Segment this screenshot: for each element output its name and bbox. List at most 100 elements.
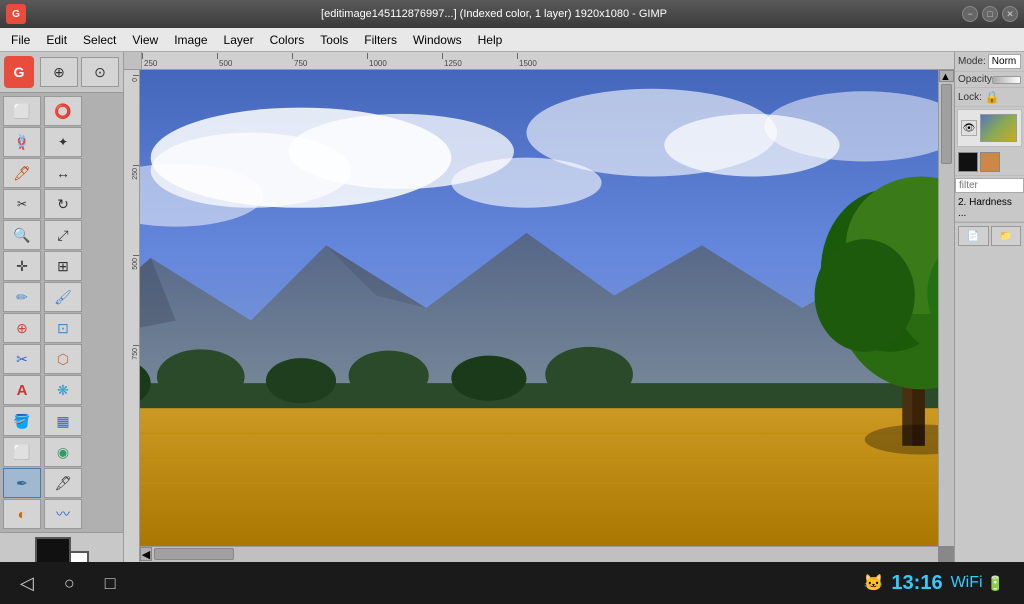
window-title: [editimage145112876997...] (Indexed colo… <box>26 8 962 20</box>
opacity-label: Opacity <box>958 74 992 85</box>
tool-blend[interactable]: ▦ <box>44 406 82 436</box>
ruler-mark-1500: 1500 <box>517 53 592 68</box>
panel-folder-button[interactable]: 📁 <box>991 226 1022 246</box>
close-button[interactable]: ✕ <box>1002 6 1018 22</box>
tool-smudge[interactable]: 〰 <box>44 499 82 529</box>
android-bottom-bar: ◁ ○ □ 🐱 13:16 WiFi 🔋 <box>0 562 1024 604</box>
brown-swatch[interactable] <box>980 152 1000 172</box>
tool-clone[interactable]: ⊡ <box>44 313 82 343</box>
tool-navigation[interactable]: ⊕ <box>40 57 78 87</box>
home-button[interactable]: ○ <box>64 573 75 594</box>
canvas-wrapper[interactable]: 0 250 500 750 <box>124 70 954 562</box>
menu-view[interactable]: View <box>125 31 165 49</box>
menu-file[interactable]: File <box>4 31 37 49</box>
scrollbar-bottom[interactable]: ◀ <box>140 546 938 562</box>
menu-select[interactable]: Select <box>76 31 123 49</box>
back-button[interactable]: ◁ <box>20 573 34 594</box>
recents-button[interactable]: □ <box>105 573 116 594</box>
clock: 13:16 <box>891 572 942 595</box>
layer-row[interactable]: 👁 <box>957 109 1022 147</box>
hardness-label: 2. Hardness ... <box>958 197 1012 219</box>
tool-lasso[interactable]: 🪢 <box>3 127 41 157</box>
menu-edit[interactable]: Edit <box>39 31 74 49</box>
scroll-thumb-vertical[interactable] <box>941 84 952 164</box>
mode-label: Mode: <box>958 56 986 67</box>
tool-move[interactable]: ✛ <box>3 251 41 281</box>
lock-label: Lock: <box>958 92 982 103</box>
image-canvas[interactable] <box>140 70 938 546</box>
menu-help[interactable]: Help <box>471 31 510 49</box>
panel-buttons: 📄 📁 <box>955 222 1024 249</box>
tool-iscissors[interactable]: ✂ <box>3 344 41 374</box>
hardness-row: 2. Hardness ... <box>955 195 1024 222</box>
tool-grid: ⬜ ⭕ 🪢 ✦ 🖊 ↔ ✂ ↻ 🔍 ⤢ ✛ ⊞ ✏ 🖌 ⊕ ⊡ ✂ ⬡ <box>0 93 123 532</box>
ruler-corner <box>124 52 142 70</box>
tool-align[interactable]: ⊞ <box>44 251 82 281</box>
tool-heal[interactable]: ⊕ <box>3 313 41 343</box>
minimize-button[interactable]: − <box>962 6 978 22</box>
foreground-color-box[interactable] <box>35 537 71 562</box>
ruler-mark-500: 500 <box>217 53 292 68</box>
tool-airbrush[interactable]: ✒ <box>3 468 41 498</box>
tool-fuzzy-select[interactable]: ✦ <box>44 127 82 157</box>
filter-input[interactable] <box>955 178 1024 193</box>
scrollbar-right[interactable]: ▲ <box>938 70 954 546</box>
menu-colors[interactable]: Colors <box>263 31 312 49</box>
mode-row: Mode: Norm <box>955 52 1024 72</box>
android-navigation: ◁ ○ □ <box>20 573 116 594</box>
tool-shear[interactable]: ⤢ <box>44 220 82 250</box>
menu-bar: File Edit Select View Image Layer Colors… <box>0 28 1024 52</box>
layer-visibility-toggle[interactable]: 👁 <box>961 120 977 136</box>
ruler-top-marks: 250 500 750 1000 1250 <box>142 52 592 69</box>
status-icons: WiFi 🔋 <box>951 574 1004 592</box>
menu-windows[interactable]: Windows <box>406 31 469 49</box>
tool-dodge-burn[interactable]: ◐ <box>3 499 41 529</box>
scroll-up-button[interactable]: ▲ <box>939 70 954 82</box>
window-controls: − □ ✕ <box>962 6 1018 22</box>
maximize-button[interactable]: □ <box>982 6 998 22</box>
scroll-left-button[interactable]: ◀ <box>140 547 152 561</box>
toolbar-header: G ⊕ ⊙ <box>0 52 123 93</box>
tool-crop[interactable]: ✂ <box>3 189 41 219</box>
lock-icon[interactable]: 🔒 <box>985 90 1000 104</box>
title-bar: G [editimage145112876997...] (Indexed co… <box>0 0 1024 28</box>
menu-image[interactable]: Image <box>167 31 214 49</box>
tool-pencil[interactable]: ✏ <box>3 282 41 312</box>
black-swatch[interactable] <box>958 152 978 172</box>
tool-text[interactable]: A <box>3 375 41 405</box>
tool-transform[interactable]: ↔ <box>44 158 82 188</box>
opacity-row: Opacity <box>955 72 1024 88</box>
ruler-mark-750: 750 <box>292 53 367 68</box>
tool-bucket-fill[interactable]: 🪣 <box>3 406 41 436</box>
opacity-slider[interactable] <box>992 76 1021 84</box>
tool-fuzzy2[interactable]: ❋ <box>44 375 82 405</box>
ruler-mark-250: 250 <box>142 53 217 68</box>
tool-zoom-fit[interactable]: ⊙ <box>81 57 119 87</box>
color-swatches-row <box>955 149 1024 176</box>
color-selection[interactable] <box>35 537 89 562</box>
wifi-icon: WiFi <box>951 574 983 592</box>
panel-new-button[interactable]: 📄 <box>958 226 989 246</box>
menu-filters[interactable]: Filters <box>357 31 404 49</box>
tool-paths[interactable]: ⬡ <box>44 344 82 374</box>
notification-icon: 🐱 <box>864 573 884 593</box>
tool-paintbrush[interactable]: 🖌 <box>44 282 82 312</box>
mode-value[interactable]: Norm <box>988 54 1021 69</box>
right-panel: Mode: Norm Opacity Lock: 🔒 👁 2. Hardness… <box>954 52 1024 562</box>
gimp-logo-icon: G <box>6 4 26 24</box>
canvas-area: 250 500 750 1000 1250 <box>124 52 954 562</box>
tool-magnify[interactable]: 🔍 <box>3 220 41 250</box>
lock-row: Lock: 🔒 <box>955 88 1024 107</box>
tool-blur[interactable]: ◉ <box>44 437 82 467</box>
tool-ink[interactable]: 🖋 <box>44 468 82 498</box>
scroll-thumb-horizontal[interactable] <box>154 548 234 560</box>
tool-rect-select[interactable]: ⬜ <box>3 96 41 126</box>
menu-tools[interactable]: Tools <box>313 31 355 49</box>
left-toolbar: G ⊕ ⊙ ⬜ ⭕ 🪢 ✦ 🖊 ↔ ✂ ↻ 🔍 ⤢ ✛ <box>0 52 124 562</box>
menu-layer[interactable]: Layer <box>217 31 261 49</box>
tool-ellipse-select[interactable]: ⭕ <box>44 96 82 126</box>
tool-rotate[interactable]: ↻ <box>44 189 82 219</box>
tool-eraser[interactable]: ⬜ <box>3 437 41 467</box>
tool-color-picker[interactable]: 🖊 <box>3 158 41 188</box>
landscape-image <box>140 70 938 546</box>
